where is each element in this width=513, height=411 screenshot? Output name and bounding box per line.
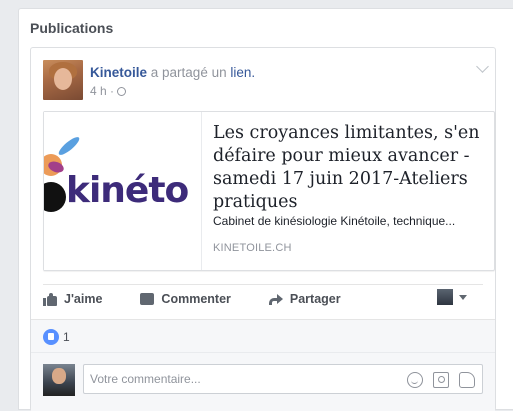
viewer-avatar[interactable] — [437, 289, 453, 305]
commenter-avatar — [43, 364, 75, 396]
shared-link-text[interactable]: lien. — [230, 65, 255, 80]
share-button[interactable]: Partager — [268, 292, 341, 306]
like-label: J'aime — [64, 292, 103, 306]
like-button[interactable]: J'aime — [43, 292, 102, 306]
post-card: Kinetoile a partagé un lien. 4 h · kinét… — [30, 47, 496, 411]
share-icon — [268, 293, 283, 305]
camera-icon[interactable] — [433, 372, 449, 388]
smiley-icon[interactable] — [407, 372, 423, 388]
reactions-bar[interactable]: 1 — [31, 319, 495, 353]
globe-icon[interactable] — [117, 86, 127, 96]
link-preview-card[interactable]: kinéto Les croyances limitantes, s'en dé… — [43, 111, 495, 271]
post-time[interactable]: 4 h · — [90, 84, 114, 98]
like-reaction-icon — [43, 328, 59, 345]
chevron-down-icon[interactable] — [476, 60, 489, 73]
author-name[interactable]: Kinetoile — [90, 65, 147, 80]
caret-down-icon[interactable] — [459, 295, 467, 300]
logo-text: kinéto — [66, 170, 189, 211]
post-actions: J'aime Commenter Partager — [43, 284, 483, 313]
comment-button[interactable]: Commenter — [140, 292, 231, 306]
comment-composer — [31, 352, 495, 411]
link-description: Cabinet de kinésiologie Kinétoile, techn… — [213, 214, 456, 228]
action-prefix: a partagé un — [150, 65, 227, 80]
link-domain: KINETOILE.CH — [213, 242, 292, 254]
panel-title: Publications — [30, 20, 114, 36]
link-title[interactable]: Les croyances limitantes, s'en défaire p… — [213, 122, 483, 214]
author-avatar[interactable] — [43, 60, 83, 100]
link-preview-image[interactable]: kinéto — [44, 112, 202, 270]
post-meta: 4 h · — [90, 84, 127, 98]
sticker-icon[interactable] — [459, 372, 475, 388]
share-label: Partager — [289, 292, 341, 306]
comment-tools — [407, 372, 475, 388]
reaction-count: 1 — [63, 329, 70, 344]
like-icon — [43, 292, 57, 306]
comment-icon — [140, 293, 155, 305]
comment-label: Commenter — [161, 292, 231, 306]
publications-panel: Publications Kinetoile a partagé un lien… — [18, 8, 513, 411]
post-header: Kinetoile a partagé un lien. — [90, 65, 255, 80]
